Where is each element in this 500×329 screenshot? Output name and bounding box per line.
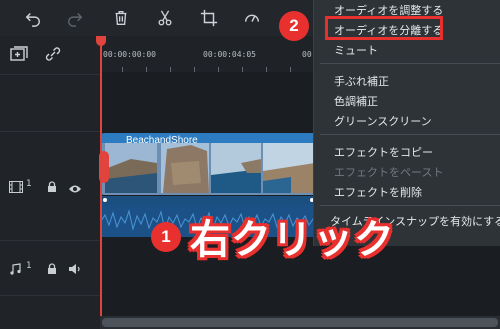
lock-icon[interactable]	[46, 260, 58, 274]
menu-item-paste-effects: エフェクトをペースト	[334, 166, 444, 179]
time-label-start: 00:00:00:00	[103, 50, 156, 59]
video-track-number: 1	[26, 179, 32, 189]
step-2-badge: 2	[279, 11, 309, 41]
playhead[interactable]	[100, 36, 102, 329]
menu-divider	[320, 63, 500, 64]
menu-item-green-screen[interactable]: グリーンスクリーン	[334, 113, 432, 129]
clip-title: BeachandShore	[126, 135, 198, 146]
playhead-handle[interactable]	[96, 36, 106, 46]
highlight-box	[325, 16, 443, 40]
undo-icon[interactable]	[22, 7, 44, 29]
menu-item-copy-effects[interactable]: エフェクトをコピー	[334, 144, 433, 160]
menu-item-delete-effects[interactable]: エフェクトを削除	[334, 184, 422, 200]
divider	[0, 131, 100, 132]
right-click-caption: 右クリック	[190, 217, 395, 263]
crop-icon[interactable]	[198, 7, 220, 29]
video-track-icon	[9, 178, 23, 193]
scrollbar-thumb[interactable]	[102, 318, 498, 327]
link-icon[interactable]	[44, 46, 62, 62]
menu-item-color-correction[interactable]: 色調補正	[334, 93, 378, 109]
menu-divider	[320, 205, 500, 206]
eye-icon[interactable]	[68, 179, 82, 193]
divider	[0, 240, 100, 241]
step-1-badge: 1	[151, 222, 181, 252]
clip-start-dot	[103, 198, 107, 202]
menu-item-stabilization[interactable]: 手ぶれ補正	[334, 73, 389, 89]
divider	[0, 74, 100, 75]
speed-icon[interactable]	[241, 7, 263, 29]
divider	[0, 295, 100, 296]
clip-handle-bar[interactable]	[101, 196, 316, 205]
time-label-mid: 00:00:04:05	[203, 50, 256, 59]
add-track-icon[interactable]	[10, 46, 28, 62]
redo-icon[interactable]	[64, 7, 86, 29]
music-note-icon	[10, 260, 21, 275]
menu-item-mute[interactable]: ミュート	[334, 42, 378, 58]
speaker-icon[interactable]	[68, 260, 82, 274]
lock-icon[interactable]	[46, 178, 58, 192]
cut-icon[interactable]	[154, 7, 176, 29]
audio-track-number: 1	[26, 261, 32, 271]
menu-divider	[320, 134, 500, 135]
delete-icon[interactable]	[110, 7, 132, 29]
